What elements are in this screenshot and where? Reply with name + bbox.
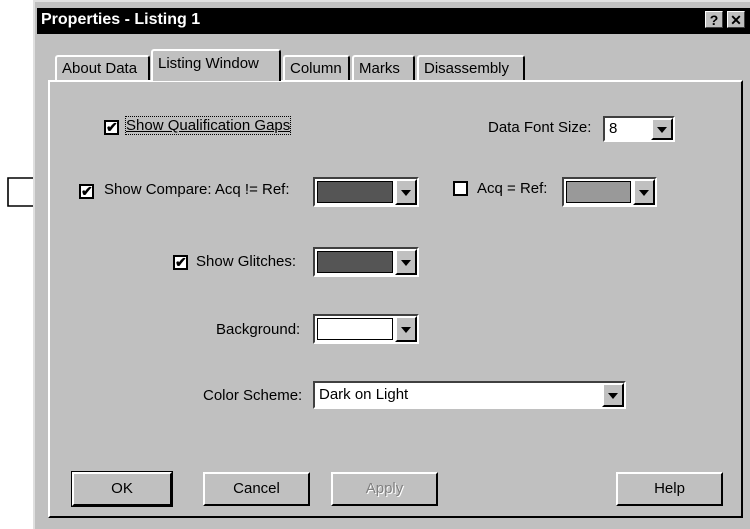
glitches-color-select[interactable] [313, 247, 419, 277]
chevron-down-icon[interactable] [395, 179, 417, 205]
compare-color-swatch [317, 181, 393, 203]
cancel-button[interactable]: Cancel [203, 472, 310, 506]
acq-eq-ref-label[interactable]: Acq = Ref: [477, 180, 547, 197]
compare-color-select[interactable] [313, 177, 419, 207]
color-scheme-value: Dark on Light [319, 386, 409, 403]
acq-eq-ref-color-swatch [566, 181, 631, 203]
tab-listing-window[interactable]: Listing Window [151, 49, 281, 81]
window-title: Properties - Listing 1 [41, 11, 201, 28]
acq-eq-ref-checkbox[interactable] [453, 181, 468, 196]
show-glitches-checkbox[interactable]: ✔ [173, 255, 188, 270]
close-icon[interactable]: ✕ [727, 11, 745, 28]
apply-button[interactable]: Apply [331, 472, 438, 506]
show-glitches-label[interactable]: Show Glitches: [196, 253, 296, 270]
data-font-size-label: Data Font Size: [488, 119, 592, 136]
ok-button[interactable]: OK [71, 471, 173, 507]
chevron-down-icon[interactable] [633, 179, 655, 205]
acq-eq-ref-color-select[interactable] [562, 177, 657, 207]
tab-marks[interactable]: Marks [352, 55, 415, 81]
chevron-down-icon[interactable] [395, 316, 417, 342]
tab-about-data[interactable]: About Data [55, 55, 150, 81]
tab-column[interactable]: Column [283, 55, 350, 81]
chevron-down-icon[interactable] [602, 383, 624, 407]
data-font-size-select[interactable]: 8 [603, 116, 675, 142]
show-qualification-gaps-checkbox[interactable]: ✔ [104, 120, 119, 135]
background-color-swatch [317, 318, 393, 340]
color-scheme-select[interactable]: Dark on Light [313, 381, 626, 409]
show-qualification-gaps-label[interactable]: Show Qualification Gaps [124, 116, 292, 135]
background-color-select[interactable] [313, 314, 419, 344]
help-caption-button[interactable]: ? [705, 11, 723, 28]
tab-page-listing-window [48, 80, 743, 518]
chevron-down-icon[interactable] [651, 118, 673, 140]
chevron-down-icon[interactable] [395, 249, 417, 275]
color-scheme-label: Color Scheme: [203, 387, 303, 404]
data-font-size-value: 8 [609, 120, 618, 137]
tab-disassembly[interactable]: Disassembly [417, 55, 525, 81]
help-button[interactable]: Help [616, 472, 723, 506]
background-label: Background: [216, 321, 301, 338]
show-compare-label[interactable]: Show Compare: Acq != Ref: [104, 181, 290, 198]
glitches-color-swatch [317, 251, 393, 273]
show-compare-checkbox[interactable]: ✔ [79, 184, 94, 199]
title-bar[interactable]: Properties - Listing 1 ? ✕ [37, 8, 750, 34]
